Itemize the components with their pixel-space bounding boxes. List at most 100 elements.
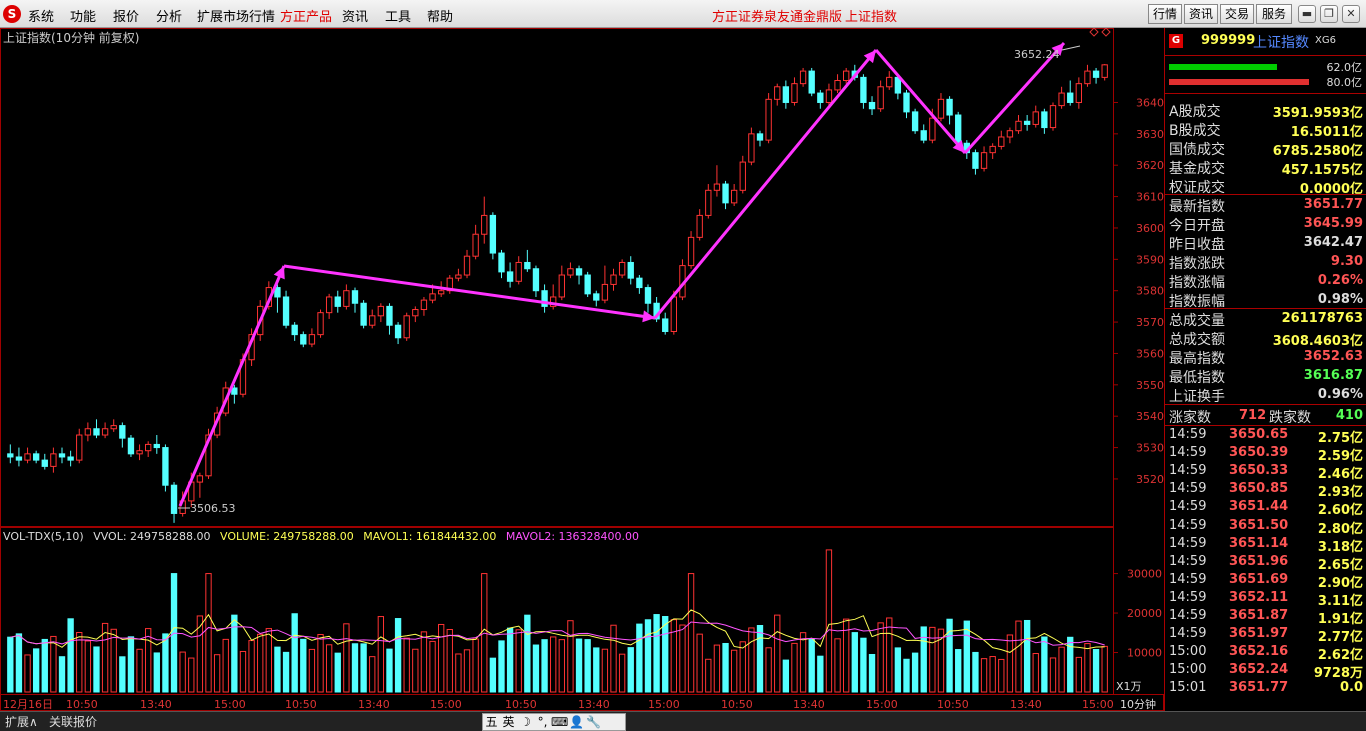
tick-row[interactable]: 14:59 3651.87 1.91亿 xyxy=(1165,607,1366,627)
tick-price: 3651.50 xyxy=(1229,517,1289,533)
ime-settings-icon[interactable]: 🔧 xyxy=(585,714,602,730)
stat-row: 最高指数 3652.63 xyxy=(1165,347,1366,367)
tick-time: 14:59 xyxy=(1169,608,1207,623)
menu-ext-market[interactable]: 扩展市场行情 xyxy=(197,6,275,25)
tick-row[interactable]: 15:01 3651.77 0.0 xyxy=(1165,679,1366,697)
candle-body xyxy=(670,296,678,332)
stat-row: 昨日收盘 3642.47 xyxy=(1165,233,1366,253)
indicator-name[interactable]: VOL-TDX(5,10) xyxy=(3,530,84,543)
menu-products[interactable]: 方正产品 xyxy=(280,6,332,25)
volume-bar xyxy=(420,631,428,693)
ime-user-icon[interactable]: 👤 xyxy=(568,714,585,730)
candle-body xyxy=(308,334,316,345)
candle-body xyxy=(584,274,591,295)
tick-row[interactable]: 14:59 3651.14 3.18亿 xyxy=(1165,535,1366,555)
ime-lang-icon[interactable]: 英 xyxy=(500,714,517,730)
stat-row: 权证成交 0.0000亿 xyxy=(1165,176,1366,197)
restore-icon[interactable]: ❐ xyxy=(1320,5,1338,23)
stat-label: 指数涨跌 xyxy=(1169,256,1225,272)
volume-bar xyxy=(222,638,229,693)
app-title: 方正证券泉友通金鼎版 xyxy=(712,10,843,25)
volume-bar xyxy=(1092,649,1100,693)
btn-trade[interactable]: 交易 xyxy=(1220,4,1254,24)
security-code: 999999 xyxy=(1201,33,1256,48)
tick-row[interactable]: 15:00 3652.16 2.62亿 xyxy=(1165,643,1366,663)
tick-row[interactable]: 14:59 3650.33 2.46亿 xyxy=(1165,462,1366,482)
ime-mode-icon[interactable]: 五 xyxy=(483,714,500,730)
stat-value: 3645.99 xyxy=(1303,216,1363,231)
ime-keyboard-icon[interactable]: ⌨ xyxy=(551,714,568,730)
tab-extend[interactable]: 扩展∧ xyxy=(2,714,41,730)
ime-toolbar[interactable]: 五英 ☽ °, ⌨👤 🔧 xyxy=(482,713,626,731)
candle-body xyxy=(618,261,626,276)
volume-bar xyxy=(162,633,169,693)
time-axis-label: 10:50 xyxy=(937,698,969,711)
candle-body xyxy=(722,183,729,204)
app-logo-icon[interactable]: S xyxy=(3,5,21,23)
candle-body xyxy=(489,214,497,254)
btn-market[interactable]: 行情 xyxy=(1148,4,1182,24)
candle-body xyxy=(93,428,100,436)
menu-function[interactable]: 功能 xyxy=(70,6,96,25)
volume-bar xyxy=(153,652,160,693)
sell-volume-bar xyxy=(1169,79,1309,85)
menu-help[interactable]: 帮助 xyxy=(427,6,453,25)
volume-bar xyxy=(834,638,841,693)
tick-row[interactable]: 15:00 3652.24 9728万 xyxy=(1165,661,1366,681)
stat-value: 3642.47 xyxy=(1303,235,1363,250)
stat-label: 总成交量 xyxy=(1169,313,1225,329)
stat-label: 最高指数 xyxy=(1169,351,1225,367)
time-axis-label: 13:40 xyxy=(1010,698,1042,711)
period-label[interactable]: 10分钟 xyxy=(1120,697,1156,711)
volume-bar xyxy=(679,624,686,693)
tick-row[interactable]: 14:59 3650.65 2.75亿 xyxy=(1165,426,1366,446)
price-tick-label: 3540 xyxy=(1136,410,1164,423)
menu-tools[interactable]: 工具 xyxy=(385,6,411,25)
tick-row[interactable]: 14:59 3652.11 3.11亿 xyxy=(1165,589,1366,609)
volume-bar xyxy=(911,652,919,693)
close-icon[interactable]: ✕ xyxy=(1342,5,1360,23)
tick-time: 14:59 xyxy=(1169,626,1207,642)
volume-bar xyxy=(506,627,514,693)
btn-service[interactable]: 服务 xyxy=(1256,4,1292,24)
ime-punct-icon[interactable]: °, xyxy=(534,714,551,730)
tick-time: 14:59 xyxy=(1169,499,1207,515)
volume-bar xyxy=(446,628,453,693)
candle-body xyxy=(1067,92,1074,103)
volume-bar xyxy=(489,657,497,693)
menu-quote[interactable]: 报价 xyxy=(113,6,139,25)
status-bar: 扩展∧ 关联报价 五英 ☽ °, ⌨👤 🔧 xyxy=(0,711,1366,731)
tick-row[interactable]: 14:59 3651.50 2.80亿 xyxy=(1165,517,1366,537)
volume-bar xyxy=(894,647,902,693)
volume-bar xyxy=(24,654,31,693)
tick-row[interactable]: 14:59 3650.85 2.93亿 xyxy=(1165,480,1366,500)
volume-bar xyxy=(437,623,445,693)
menu-analysis[interactable]: 分析 xyxy=(156,6,182,25)
candle-body xyxy=(110,425,117,430)
tick-row[interactable]: 14:59 3650.39 2.59亿 xyxy=(1165,444,1366,464)
minimize-icon[interactable]: ▬ xyxy=(1298,5,1316,23)
volume-bar xyxy=(32,648,40,693)
candlestick-chart[interactable]: 3640 3630 3620 3610 3600 3590 3580 3570 3560 3550… xyxy=(0,28,1164,711)
time-axis-label: 15:00 xyxy=(648,698,680,711)
tick-row[interactable]: 14:59 3651.44 2.60亿 xyxy=(1165,498,1366,518)
volume-bar xyxy=(334,652,341,693)
tab-related-quote[interactable]: 关联报价 xyxy=(46,714,100,730)
volume-bar xyxy=(817,655,824,693)
volume-bar xyxy=(412,648,419,693)
volume-bar xyxy=(558,639,565,693)
tick-row[interactable]: 14:59 3651.69 2.90亿 xyxy=(1165,571,1366,591)
candle-body xyxy=(291,324,298,336)
candle-body xyxy=(877,86,884,110)
tick-row[interactable]: 14:59 3651.97 2.77亿 xyxy=(1165,625,1366,645)
btn-news[interactable]: 资讯 xyxy=(1184,4,1218,24)
stat-value: 261178763 xyxy=(1281,311,1363,326)
tick-row[interactable]: 14:59 3651.96 2.65亿 xyxy=(1165,553,1366,573)
ime-moon-icon[interactable]: ☽ xyxy=(517,714,534,730)
volume-bar xyxy=(343,623,350,693)
menu-system[interactable]: 系统 xyxy=(28,6,54,25)
marker-diamond-icon xyxy=(1089,28,1099,37)
menu-news[interactable]: 资讯 xyxy=(342,6,368,25)
volume-bar xyxy=(860,637,867,693)
candle-body xyxy=(1006,130,1014,138)
